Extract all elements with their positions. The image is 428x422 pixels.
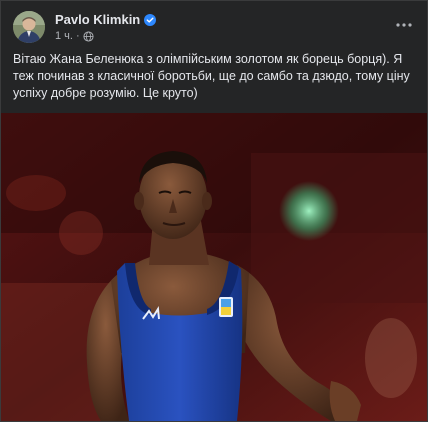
author-avatar[interactable] bbox=[13, 11, 45, 43]
more-horizontal-icon bbox=[396, 23, 412, 27]
post-photo[interactable] bbox=[1, 113, 427, 421]
post-text: Вітаю Жана Беленюка з олімпійським золот… bbox=[13, 52, 410, 100]
post-header: Pavlo Klimkin 1 ч. · bbox=[13, 9, 415, 45]
avatar-photo bbox=[13, 11, 45, 43]
post-timestamp[interactable]: 1 ч. bbox=[55, 30, 73, 42]
post-card: Pavlo Klimkin 1 ч. · Вітаю Жана Беленюка bbox=[0, 0, 428, 422]
more-options-button[interactable] bbox=[393, 15, 415, 35]
wrestler-photo bbox=[1, 113, 427, 421]
globe-icon[interactable] bbox=[83, 30, 94, 42]
author-name-row: Pavlo Klimkin bbox=[55, 12, 157, 27]
meta-separator: · bbox=[75, 30, 80, 42]
post-meta: 1 ч. · bbox=[55, 30, 94, 42]
author-name[interactable]: Pavlo Klimkin bbox=[55, 12, 140, 27]
verified-badge-icon bbox=[144, 13, 157, 26]
